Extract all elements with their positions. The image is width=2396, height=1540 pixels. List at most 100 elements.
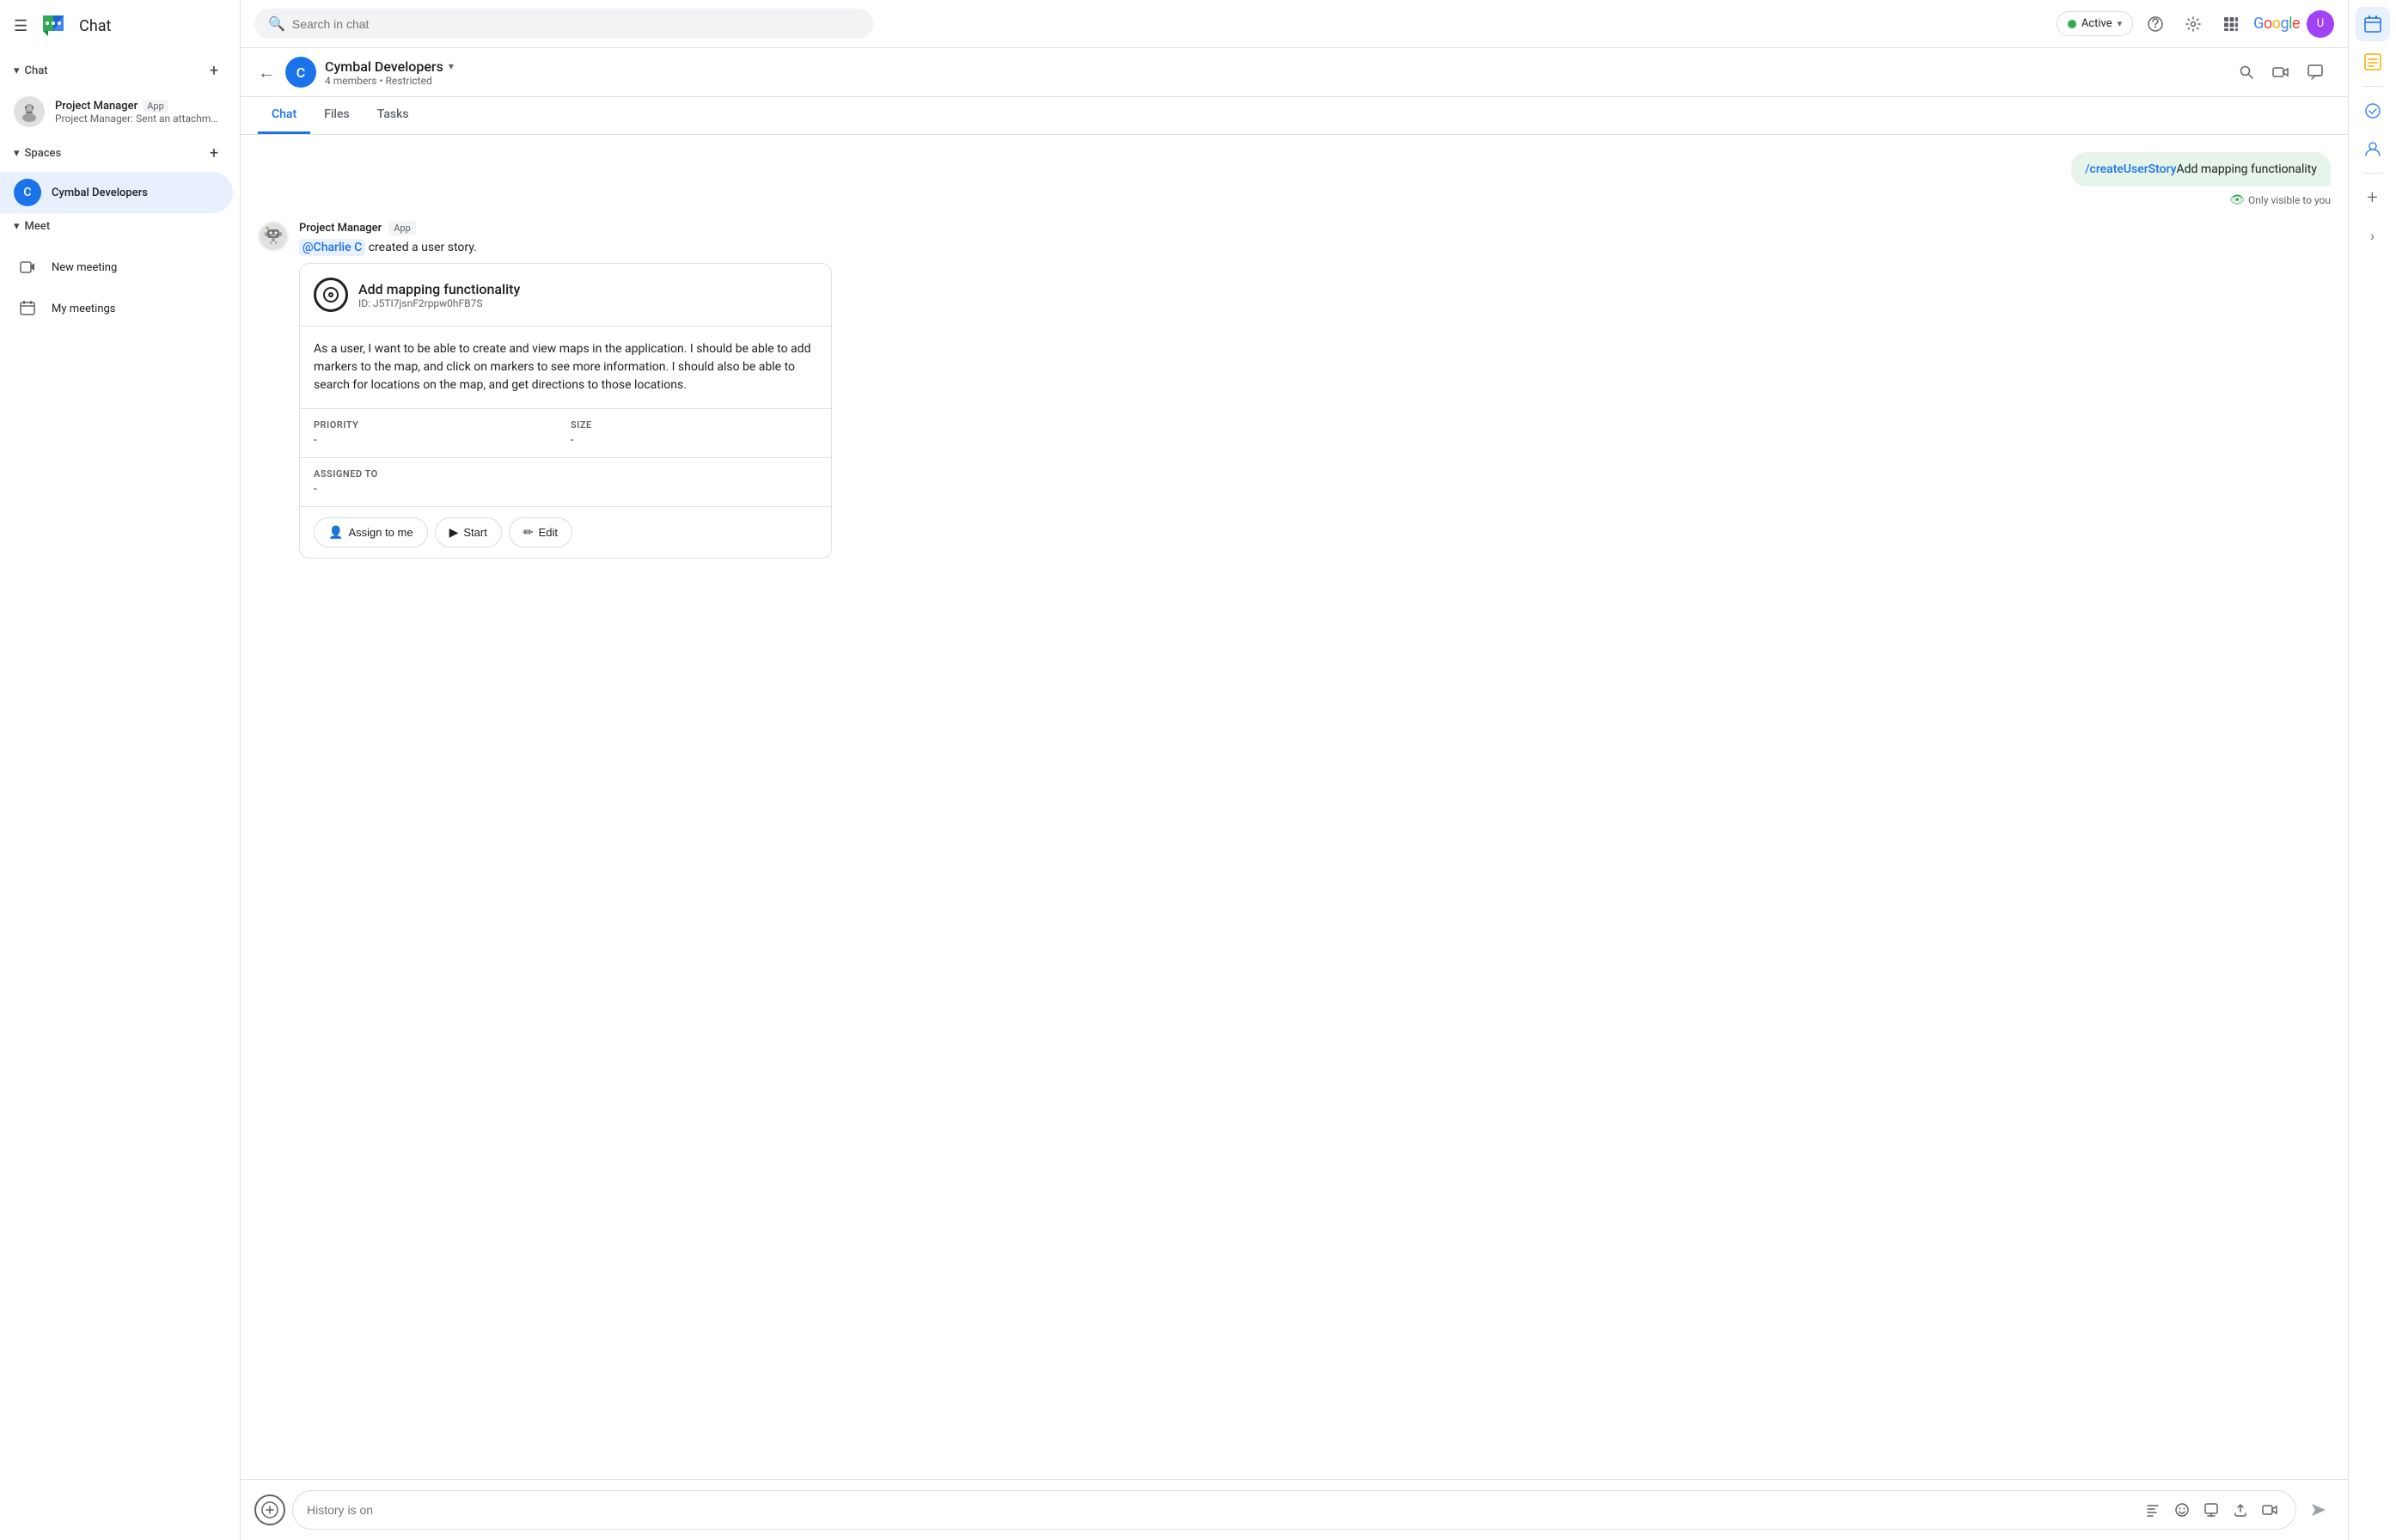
assign-icon: 👤 — [328, 525, 343, 540]
card-header: Add mapping functionality ID: J5TI7jsnF2… — [300, 264, 831, 327]
chat-section-left: ▾ Chat — [14, 64, 48, 77]
chat-item-project-manager[interactable]: Project Manager App Project Manager: Sen… — [0, 89, 233, 134]
expand-icon[interactable]: › — [2356, 218, 2390, 253]
message-input[interactable] — [307, 1503, 2134, 1517]
bot-name: Project Manager — [299, 222, 382, 235]
chat-logo-icon — [38, 10, 69, 41]
edit-icon: ✏ — [523, 525, 534, 540]
top-bar-right: Active ▾ Google U — [2057, 9, 2334, 40]
assigned-value: - — [314, 483, 817, 496]
priority-field: PRIORITY - — [314, 419, 560, 447]
format-text-button[interactable] — [2141, 1498, 2165, 1522]
send-button[interactable] — [2303, 1494, 2334, 1525]
user-avatar[interactable]: U — [2307, 10, 2334, 38]
eye-icon: 👁 — [2229, 193, 2245, 207]
right-sidebar-divider-2 — [2362, 173, 2383, 174]
status-chevron-icon: ▾ — [2118, 18, 2123, 29]
priority-label: PRIORITY — [314, 419, 560, 431]
start-icon: ▶ — [449, 525, 459, 540]
spaces-section-left: ▾ Spaces — [14, 147, 61, 160]
project-manager-sub: Project Manager: Sent an attachment — [55, 113, 219, 125]
project-manager-info: Project Manager App Project Manager: Sen… — [55, 100, 219, 125]
meet-section-header[interactable]: ▾ Meet — [0, 213, 240, 240]
hamburger-icon[interactable]: ☰ — [14, 17, 28, 35]
right-sidebar: + › — [2348, 0, 2396, 1540]
add-attachment-button[interactable] — [254, 1494, 285, 1525]
start-label: Start — [463, 526, 486, 539]
spaces-section-header[interactable]: ▾ Spaces + — [0, 134, 240, 172]
mention-button[interactable] — [2199, 1498, 2223, 1522]
edit-button[interactable]: ✏ Edit — [509, 517, 572, 547]
created-suffix: created a user story. — [365, 241, 477, 254]
project-manager-name: Project Manager — [55, 100, 138, 113]
chat-collapse-icon: ▾ — [14, 64, 20, 77]
chat-section-label: Chat — [25, 64, 48, 77]
space-item-cymbal[interactable]: C Cymbal Developers — [0, 172, 233, 213]
bot-message: Project Manager App @Charlie C created a… — [258, 221, 2331, 559]
start-button[interactable]: ▶ Start — [435, 517, 502, 547]
new-meeting-icon — [14, 254, 41, 281]
search-icon: 🔍 — [268, 15, 285, 32]
visibility-notice: 👁 Only visible to you — [258, 193, 2331, 207]
card-assigned-section: ASSIGNED TO - — [300, 458, 831, 507]
top-bar: 🔍 Active ▾ Google U — [241, 0, 2348, 48]
new-meeting-item[interactable]: New meeting — [0, 247, 233, 288]
person-icon[interactable] — [2356, 131, 2390, 166]
visibility-text: Only visible to you — [2248, 194, 2331, 206]
card-title-section: Add mapping functionality ID: J5TI7jsnF2… — [358, 281, 520, 309]
tab-chat[interactable]: Chat — [258, 97, 310, 134]
assign-label: Assign to me — [348, 526, 413, 539]
spaces-add-button[interactable]: + — [202, 141, 226, 165]
restricted-label: Restricted — [386, 75, 432, 87]
video-message-button[interactable] — [2258, 1498, 2282, 1522]
calendar-icon[interactable] — [2356, 7, 2390, 41]
settings-button[interactable] — [2178, 9, 2209, 40]
bot-created-text: @Charlie C created a user story. — [299, 241, 832, 254]
edit-label: Edit — [539, 526, 558, 539]
size-value: - — [571, 434, 817, 447]
app-title: Chat — [79, 17, 111, 35]
google-logo: Google — [2253, 15, 2300, 33]
my-meetings-item[interactable]: My meetings — [0, 288, 233, 329]
video-call-button[interactable] — [2265, 57, 2296, 88]
members-count: 4 members — [325, 75, 377, 87]
search-input[interactable] — [292, 17, 859, 31]
tasks-icon[interactable] — [2356, 94, 2390, 128]
user-story-card: Add mapping functionality ID: J5TI7jsnF2… — [299, 263, 832, 559]
search-chat-button[interactable] — [2231, 57, 2262, 88]
assign-to-me-button[interactable]: 👤 Assign to me — [314, 517, 428, 547]
messages-area: /createUserStory Add mapping functionalit… — [241, 135, 2348, 1479]
sent-message-bubble: /createUserStoryAdd mapping functionalit… — [2071, 152, 2331, 186]
space-name-chevron-icon: ▾ — [449, 60, 454, 72]
apps-button[interactable] — [2216, 9, 2246, 40]
meet-section: New meeting My meetings — [0, 240, 240, 336]
meet-section-left: ▾ Meet — [14, 220, 50, 233]
threads-button[interactable] — [2300, 57, 2331, 88]
my-meetings-label: My meetings — [52, 302, 116, 315]
back-button[interactable]: ← — [258, 62, 275, 83]
add-app-button[interactable]: + — [2356, 180, 2390, 215]
tab-tasks[interactable]: Tasks — [364, 97, 423, 134]
card-icon — [314, 278, 348, 312]
mention-text: @Charlie C — [299, 239, 365, 256]
cymbal-space-name: Cymbal Developers — [52, 186, 148, 199]
notes-icon[interactable] — [2356, 45, 2390, 79]
help-button[interactable] — [2140, 9, 2171, 40]
bot-message-header: Project Manager App — [299, 221, 832, 235]
tabs: Chat Files Tasks — [241, 97, 2348, 135]
status-button[interactable]: Active ▾ — [2057, 11, 2133, 36]
search-bar[interactable]: 🔍 — [254, 9, 873, 39]
size-label: SIZE — [571, 419, 817, 431]
space-header-name-button[interactable]: Cymbal Developers ▾ — [325, 58, 2231, 75]
input-area — [241, 1479, 2348, 1540]
priority-value: - — [314, 434, 560, 447]
tab-files[interactable]: Files — [310, 97, 364, 134]
meet-collapse-icon: ▾ — [14, 220, 20, 233]
status-label: Active — [2081, 17, 2112, 30]
chat-section-header[interactable]: ▾ Chat + — [0, 52, 240, 89]
sent-command: /createUserStory — [2085, 162, 2176, 176]
chat-add-button[interactable]: + — [202, 58, 226, 82]
space-header-info: Cymbal Developers ▾ 4 members • Restrict… — [325, 58, 2231, 87]
upload-button[interactable] — [2228, 1498, 2252, 1522]
emoji-button[interactable] — [2170, 1498, 2194, 1522]
